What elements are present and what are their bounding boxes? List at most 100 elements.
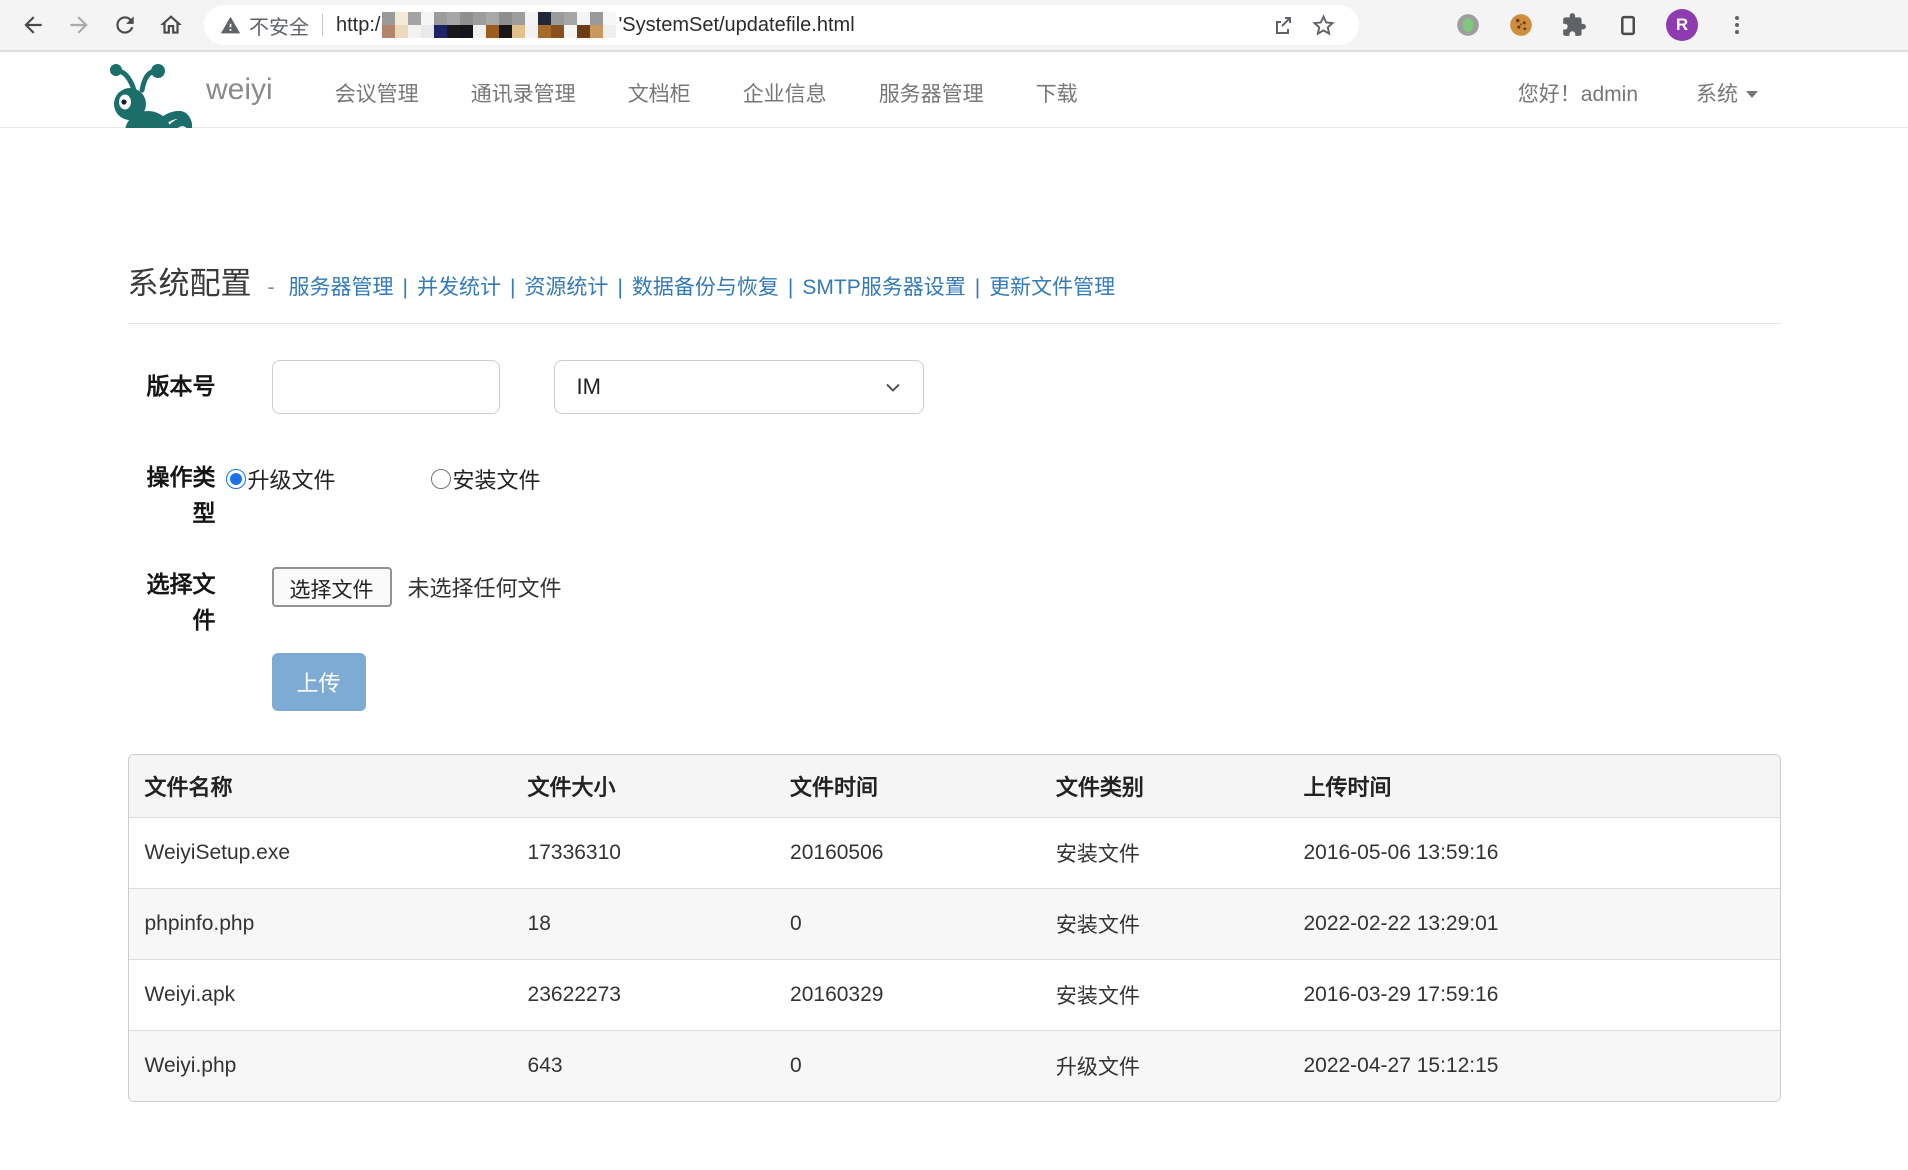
- url-text: http:/ 'SystemSet/updatefile.html: [336, 12, 855, 38]
- chevron-down-icon: [1746, 91, 1758, 98]
- table-row: WeiyiSetup.exe1733631020160506安装文件2016-0…: [129, 817, 1780, 888]
- nav-item[interactable]: 会议管理: [335, 78, 419, 108]
- page-title: 系统配置: [128, 258, 252, 303]
- update-file-form: 版本号 IM 操作类型 升级文件 安装文件: [128, 360, 1781, 711]
- subnav-link[interactable]: 资源统计: [524, 276, 608, 299]
- version-input[interactable]: [272, 360, 500, 414]
- cookie-icon[interactable]: [1507, 11, 1535, 39]
- table-cell: 2022-04-27 15:12:15: [1287, 1030, 1779, 1101]
- choose-file-button[interactable]: 选择文件: [272, 567, 392, 607]
- extension-cluster: R: [1454, 9, 1763, 41]
- table-header-row: 文件名称文件大小文件时间文件类别上传时间: [129, 755, 1780, 818]
- table-cell: 18: [512, 888, 775, 959]
- table-body: WeiyiSetup.exe1733631020160506安装文件2016-0…: [129, 817, 1780, 1101]
- share-icon[interactable]: [1263, 7, 1303, 43]
- table-cell: WeiyiSetup.exe: [129, 817, 512, 888]
- back-icon[interactable]: [10, 5, 56, 45]
- page-head: 系统配置 - 服务器管理 | 并发统计 | 资源统计 | 数据备份与恢复 | SMTP服务器设置…: [128, 258, 1781, 303]
- link-separator: |: [510, 276, 515, 299]
- choose-file-row: 选择文件 选择文件 未选择任何文件: [128, 567, 1781, 638]
- radio-install-label: 安装文件: [453, 463, 541, 495]
- table-row: Weiyi.php6430升级文件2022-04-27 15:12:15: [129, 1030, 1780, 1101]
- table-cell: 安装文件: [1040, 888, 1288, 959]
- column-header: 文件时间: [774, 755, 1040, 818]
- subnav-link[interactable]: 数据备份与恢复: [632, 276, 779, 299]
- table-cell: 17336310: [512, 817, 775, 888]
- column-header: 上传时间: [1287, 755, 1779, 818]
- subnav-link[interactable]: SMTP服务器设置: [802, 276, 965, 299]
- radio-upgrade-input[interactable]: [226, 469, 246, 489]
- subnav-link[interactable]: 更新文件管理: [989, 276, 1115, 299]
- table-cell: Weiyi.apk: [129, 959, 512, 1030]
- operation-type-row: 操作类型 升级文件 安装文件: [128, 460, 1781, 531]
- upload-button[interactable]: 上传: [272, 653, 366, 711]
- files-table: 文件名称文件大小文件时间文件类别上传时间 WeiyiSetup.exe17336…: [129, 755, 1780, 1101]
- weiyi-logo-icon[interactable]: [88, 52, 192, 128]
- table-cell: 0: [774, 888, 1040, 959]
- nav-item[interactable]: 企业信息: [743, 78, 827, 108]
- url-suffix: 'SystemSet/updatefile.html: [618, 14, 854, 37]
- address-divider: [322, 14, 323, 36]
- table-cell: 2016-03-29 17:59:16: [1287, 959, 1779, 1030]
- title-separator: -: [268, 276, 275, 300]
- subnav-links: 服务器管理 | 并发统计 | 资源统计 | 数据备份与恢复 | SMTP服务器设置 | 更新文件管理: [289, 271, 1116, 301]
- table-row: phpinfo.php180安装文件2022-02-22 13:29:01: [129, 888, 1780, 959]
- version-label: 版本号: [138, 369, 216, 405]
- radio-upgrade-label: 升级文件: [248, 463, 336, 495]
- nav-item[interactable]: 服务器管理: [879, 78, 984, 108]
- divider: [128, 323, 1781, 324]
- column-header: 文件大小: [512, 755, 775, 818]
- radio-install-input[interactable]: [431, 469, 451, 489]
- extensions-puzzle-icon[interactable]: [1560, 11, 1588, 39]
- page-content: 系统配置 - 服务器管理 | 并发统计 | 资源统计 | 数据备份与恢复 | SMTP服务器设置…: [128, 258, 1781, 1102]
- bookmark-star-icon[interactable]: [1303, 7, 1343, 43]
- table-cell: 20160506: [774, 817, 1040, 888]
- menu-dots-icon[interactable]: [1723, 11, 1751, 39]
- radio-upgrade-file[interactable]: 升级文件: [226, 463, 336, 495]
- column-header: 文件类别: [1040, 755, 1288, 818]
- table-cell: 升级文件: [1040, 1030, 1288, 1101]
- main-nav: 会议管理 通讯录管理 文档柜 企业信息 服务器管理 下载: [335, 78, 1078, 108]
- table-row: Weiyi.apk2362227320160329安装文件2016-03-29 …: [129, 959, 1780, 1030]
- operation-type-label: 操作类型: [138, 460, 216, 531]
- site-header: weiyi 会议管理 通讯录管理 文档柜 企业信息 服务器管理 下载 您好！admin 系…: [0, 52, 1908, 128]
- forward-icon[interactable]: [56, 5, 102, 45]
- nav-item[interactable]: 通讯录管理: [471, 78, 576, 108]
- url-prefix: http:/: [336, 14, 380, 37]
- security-label: 不安全: [249, 11, 309, 40]
- choose-file-label: 选择文件: [138, 567, 216, 638]
- table-cell: phpinfo.php: [129, 888, 512, 959]
- table-cell: 20160329: [774, 959, 1040, 1030]
- side-panel-icon[interactable]: [1613, 11, 1641, 39]
- link-separator: |: [403, 276, 408, 299]
- profile-avatar[interactable]: R: [1666, 9, 1698, 41]
- url-redacted-mosaic: [382, 12, 616, 38]
- address-bar[interactable]: 不安全 http:/ 'SystemSet/updatefile.html: [204, 5, 1359, 45]
- nav-item[interactable]: 文档柜: [628, 78, 691, 108]
- reload-icon[interactable]: [102, 5, 148, 45]
- brand-name[interactable]: weiyi: [206, 73, 273, 107]
- link-separator: |: [975, 276, 980, 299]
- platform-select[interactable]: IM: [554, 360, 924, 414]
- header-right: 您好！admin 系统: [1518, 78, 1758, 108]
- table-cell: 2016-05-06 13:59:16: [1287, 817, 1779, 888]
- link-separator: |: [617, 276, 622, 299]
- table-cell: 安装文件: [1040, 817, 1288, 888]
- subnav-link[interactable]: 并发统计: [417, 276, 501, 299]
- not-secure-warning-icon: [220, 15, 241, 36]
- system-menu-label: 系统: [1696, 78, 1738, 108]
- system-menu[interactable]: 系统: [1696, 78, 1758, 108]
- home-icon[interactable]: [148, 5, 194, 45]
- browser-toolbar: 不安全 http:/ 'SystemSet/updatefile.html R: [0, 0, 1908, 52]
- radio-install-file[interactable]: 安装文件: [431, 463, 541, 495]
- link-separator: |: [788, 276, 793, 299]
- table-cell: 2022-02-22 13:29:01: [1287, 888, 1779, 959]
- nav-item[interactable]: 下载: [1036, 78, 1078, 108]
- table-cell: Weiyi.php: [129, 1030, 512, 1101]
- platform-select-value: IM: [577, 374, 881, 400]
- subnav-link[interactable]: 服务器管理: [289, 276, 394, 299]
- extension-dot-icon[interactable]: [1454, 11, 1482, 39]
- table-cell: 安装文件: [1040, 959, 1288, 1030]
- table-cell: 0: [774, 1030, 1040, 1101]
- user-greeting: 您好！admin: [1518, 78, 1638, 108]
